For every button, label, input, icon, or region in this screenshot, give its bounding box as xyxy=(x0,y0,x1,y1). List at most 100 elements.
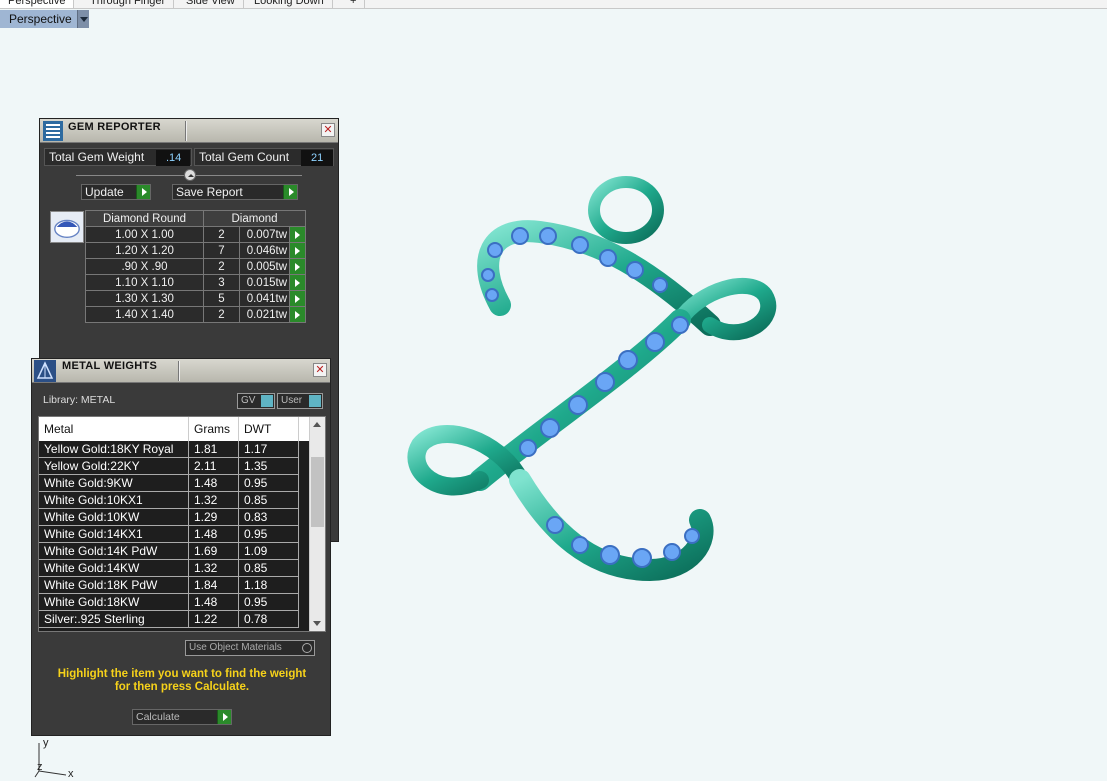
metal-cell-metal: White Gold:18KW xyxy=(39,594,189,611)
metal-cell-dwt: 1.18 xyxy=(239,577,299,594)
metal-cell-metal: White Gold:9KW xyxy=(39,475,189,492)
gem-reporter-app-icon xyxy=(43,121,63,141)
col-metal: Metal xyxy=(39,417,189,441)
select-row-arrow-icon[interactable] xyxy=(289,226,306,243)
viewport-label[interactable]: Perspective xyxy=(0,10,89,28)
gem-table: Diamond Round Diamond 1.00 X 1.00 2 0.00… xyxy=(85,210,306,323)
table-row[interactable]: Yellow Gold:22KY 2.11 1.35 xyxy=(39,458,311,475)
save-report-button[interactable]: Save Report xyxy=(172,184,298,200)
use-object-materials-label: Use Object Materials xyxy=(189,642,282,653)
gem-size: .90 X .90 xyxy=(85,258,204,275)
metal-cell-grams: 1.32 xyxy=(189,492,239,509)
scroll-up-icon[interactable] xyxy=(313,422,321,427)
table-row[interactable]: White Gold:10KW 1.29 0.83 xyxy=(39,509,311,526)
user-toggle-label: User xyxy=(281,395,303,406)
tab-add[interactable]: + xyxy=(342,0,366,8)
hint-line-2: for then press Calculate. xyxy=(114,681,250,693)
tab-perspective[interactable]: Perspective xyxy=(0,0,75,8)
metal-cell-metal: Yellow Gold:18KY Royal xyxy=(39,441,189,458)
toggle-indicator-icon xyxy=(309,395,321,407)
gv-toggle[interactable]: GV xyxy=(237,393,275,409)
metal-cell-dwt: 0.78 xyxy=(239,611,299,628)
select-row-arrow-icon[interactable] xyxy=(289,290,306,307)
table-row[interactable]: 1.40 X 1.40 2 0.021tw xyxy=(85,306,306,323)
title-separator xyxy=(185,121,187,141)
select-row-arrow-icon[interactable] xyxy=(289,274,306,291)
viewport-tab-strip: Perspective Through Finger Side View Loo… xyxy=(0,0,1107,9)
table-row[interactable]: 1.20 X 1.20 7 0.046tw xyxy=(85,242,306,259)
gem-size: 1.00 X 1.00 xyxy=(85,226,204,243)
scroll-down-icon[interactable] xyxy=(313,621,321,626)
gem-count: 3 xyxy=(203,274,240,291)
table-row[interactable]: Yellow Gold:18KY Royal 1.81 1.17 xyxy=(39,441,311,458)
table-row[interactable]: .90 X .90 2 0.005tw xyxy=(85,258,306,275)
col-grams: Grams xyxy=(189,417,239,441)
table-row[interactable]: White Gold:18KW 1.48 0.95 xyxy=(39,594,311,611)
metal-cell-dwt: 1.09 xyxy=(239,543,299,560)
gem-weight: 0.007tw xyxy=(239,226,290,243)
hint-text: Highlight the item you want to find the … xyxy=(42,668,322,694)
tab-through-finger[interactable]: Through Finger xyxy=(82,0,175,8)
table-row[interactable]: White Gold:14KX1 1.48 0.95 xyxy=(39,526,311,543)
gem-table-header: Diamond Round Diamond xyxy=(85,210,306,227)
metal-cell-dwt: 1.35 xyxy=(239,458,299,475)
metal-cell-grams: 1.81 xyxy=(189,441,239,458)
gem-size: 1.20 X 1.20 xyxy=(85,242,204,259)
gem-count: 2 xyxy=(203,306,240,323)
table-row[interactable]: 1.00 X 1.00 2 0.007tw xyxy=(85,226,306,243)
table-row[interactable]: White Gold:9KW 1.48 0.95 xyxy=(39,475,311,492)
chevron-down-icon[interactable] xyxy=(77,10,89,28)
metal-cell-grams: 2.11 xyxy=(189,458,239,475)
table-row[interactable]: 1.30 X 1.30 5 0.041tw xyxy=(85,290,306,307)
gem-count: 5 xyxy=(203,290,240,307)
gem-weight: 0.015tw xyxy=(239,274,290,291)
use-object-materials-toggle[interactable]: Use Object Materials xyxy=(185,640,315,656)
gem-count: 2 xyxy=(203,226,240,243)
metal-cell-grams: 1.29 xyxy=(189,509,239,526)
gem-weight: 0.046tw xyxy=(239,242,290,259)
tab-looking-down[interactable]: Looking Down xyxy=(246,0,333,8)
user-toggle[interactable]: User xyxy=(277,393,323,409)
metal-cell-grams: 1.32 xyxy=(189,560,239,577)
total-gem-count-value: 21 xyxy=(301,150,333,166)
scroll-thumb[interactable] xyxy=(311,457,324,527)
play-icon xyxy=(283,185,297,199)
metal-list-scrollbar[interactable] xyxy=(309,417,325,631)
gem-count: 7 xyxy=(203,242,240,259)
metal-cell-grams: 1.48 xyxy=(189,475,239,492)
gem-reporter-close-icon[interactable]: ✕ xyxy=(321,123,335,137)
table-row[interactable]: White Gold:14K PdW 1.69 1.09 xyxy=(39,543,311,560)
play-icon xyxy=(217,710,231,724)
calculate-button[interactable]: Calculate xyxy=(132,709,232,725)
title-separator xyxy=(178,361,180,381)
toggle-indicator-icon xyxy=(261,395,273,407)
gem-reporter-titlebar[interactable]: GEM REPORTER ✕ xyxy=(40,119,338,143)
metal-cell-metal: Yellow Gold:22KY xyxy=(39,458,189,475)
metal-weights-close-icon[interactable]: ✕ xyxy=(313,363,327,377)
gem-weight: 0.021tw xyxy=(239,306,290,323)
table-row[interactable]: White Gold:14KW 1.32 0.85 xyxy=(39,560,311,577)
metal-cell-metal: White Gold:14K PdW xyxy=(39,543,189,560)
table-row[interactable]: 1.10 X 1.10 3 0.015tw xyxy=(85,274,306,291)
metal-cell-metal: White Gold:10KW xyxy=(39,509,189,526)
gem-count: 2 xyxy=(203,258,240,275)
metal-weights-titlebar[interactable]: METAL WEIGHTS ✕ xyxy=(32,359,330,383)
table-row[interactable]: White Gold:10KX1 1.32 0.85 xyxy=(39,492,311,509)
update-button[interactable]: Update xyxy=(81,184,151,200)
metal-list[interactable]: Metal Grams DWT Yellow Gold:18KY Royal 1.… xyxy=(38,416,326,632)
metal-cell-metal: White Gold:14KW xyxy=(39,560,189,577)
table-row[interactable]: Silver:.925 Sterling 1.22 0.78 xyxy=(39,611,311,628)
col-diamond: Diamond xyxy=(203,210,306,227)
save-report-button-label: Save Report xyxy=(176,185,243,199)
tab-side-view[interactable]: Side View xyxy=(178,0,244,8)
select-row-arrow-icon[interactable] xyxy=(289,306,306,323)
diamond-round-icon xyxy=(50,211,84,243)
slider-knob[interactable] xyxy=(184,169,196,181)
select-row-arrow-icon[interactable] xyxy=(289,242,306,259)
metal-cell-dwt: 0.85 xyxy=(239,560,299,577)
select-row-arrow-icon[interactable] xyxy=(289,258,306,275)
metal-cell-dwt: 0.95 xyxy=(239,526,299,543)
metal-weights-panel: METAL WEIGHTS ✕ Library: METAL GV User M… xyxy=(31,358,331,736)
table-row[interactable]: White Gold:18K PdW 1.84 1.18 xyxy=(39,577,311,594)
metal-cell-metal: White Gold:18K PdW xyxy=(39,577,189,594)
